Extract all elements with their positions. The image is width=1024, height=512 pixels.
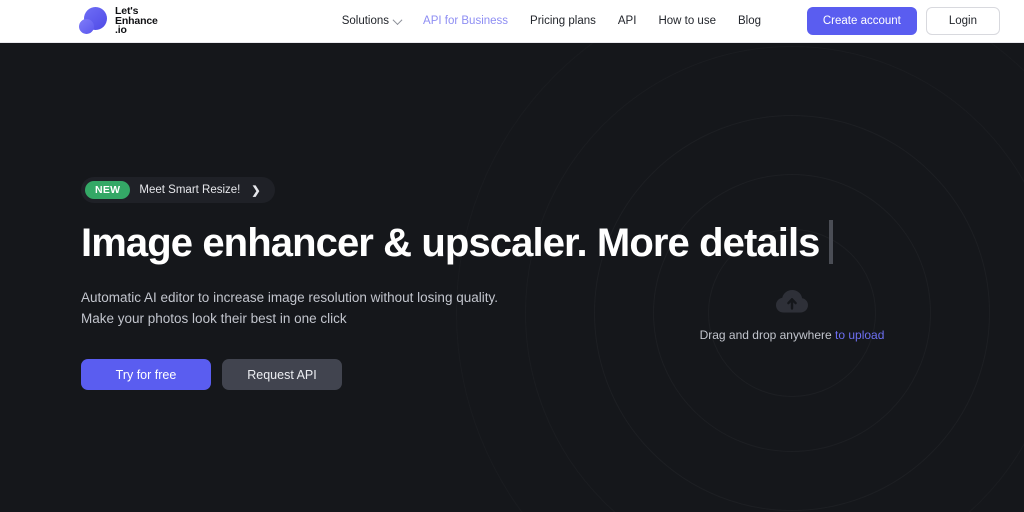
new-badge: NEW [85, 181, 131, 199]
chevron-right-icon: ❯ [251, 184, 261, 197]
nav-item-pricing-plans[interactable]: Pricing plans [530, 15, 596, 27]
headline-text: Image enhancer & upscaler. More details [81, 221, 820, 265]
nav-item-label: Solutions [341, 15, 390, 27]
nav-item-label: API for Business [423, 15, 509, 27]
header-actions: Create account Login [806, 7, 1000, 35]
nav-item-label: Pricing plans [530, 15, 596, 27]
request-api-button[interactable]: Request API [222, 359, 342, 391]
hero-section: NEW Meet Smart Resize! ❯ Image enhancer … [0, 43, 1024, 512]
nav-item-label: API [617, 15, 637, 27]
brand-line-3: .io [115, 24, 127, 37]
nav-item-blog[interactable]: Blog [738, 15, 761, 27]
cloud-upload-icon [776, 290, 808, 313]
nav-item-solutions[interactable]: Solutions [341, 14, 403, 27]
upload-link[interactable]: to upload [835, 328, 884, 342]
smart-resize-announcement-badge[interactable]: NEW Meet Smart Resize! ❯ [81, 177, 275, 203]
page-title: Image enhancer & upscaler. More details [81, 220, 881, 265]
nav-item-api-for-business[interactable]: API for Business [423, 15, 508, 27]
site-header: Let's Enhance .io Solutions API for Busi… [0, 0, 1024, 43]
announcement-text: Meet Smart Resize! [139, 184, 241, 196]
main-navigation: Solutions API for Business Pricing plans… [341, 14, 761, 27]
file-dropzone[interactable]: Drag and drop anywhere to upload [642, 288, 942, 342]
nav-item-api[interactable]: API [618, 15, 637, 27]
try-for-free-button[interactable]: Try for free [81, 359, 211, 391]
chevron-down-icon [392, 14, 403, 25]
login-button[interactable]: Login [925, 7, 1000, 35]
dropzone-text: Drag and drop anywhere to upload [642, 328, 942, 342]
ukraine-flag-icon [142, 7, 155, 16]
logo-brand[interactable]: Let's Enhance .io [78, 6, 158, 36]
nav-item-how-to-use[interactable]: How to use [658, 15, 716, 27]
brand-wordmark: Let's Enhance .io [115, 6, 158, 36]
lets-enhance-logo-icon [78, 6, 108, 36]
text-cursor-caret [828, 220, 833, 264]
dropzone-instruction: Drag and drop anywhere [699, 328, 832, 342]
nav-item-label: Blog [737, 15, 761, 27]
create-account-button[interactable]: Create account [806, 7, 917, 35]
nav-item-label: How to use [658, 15, 716, 27]
hero-cta-row: Try for free Request API [81, 359, 881, 391]
